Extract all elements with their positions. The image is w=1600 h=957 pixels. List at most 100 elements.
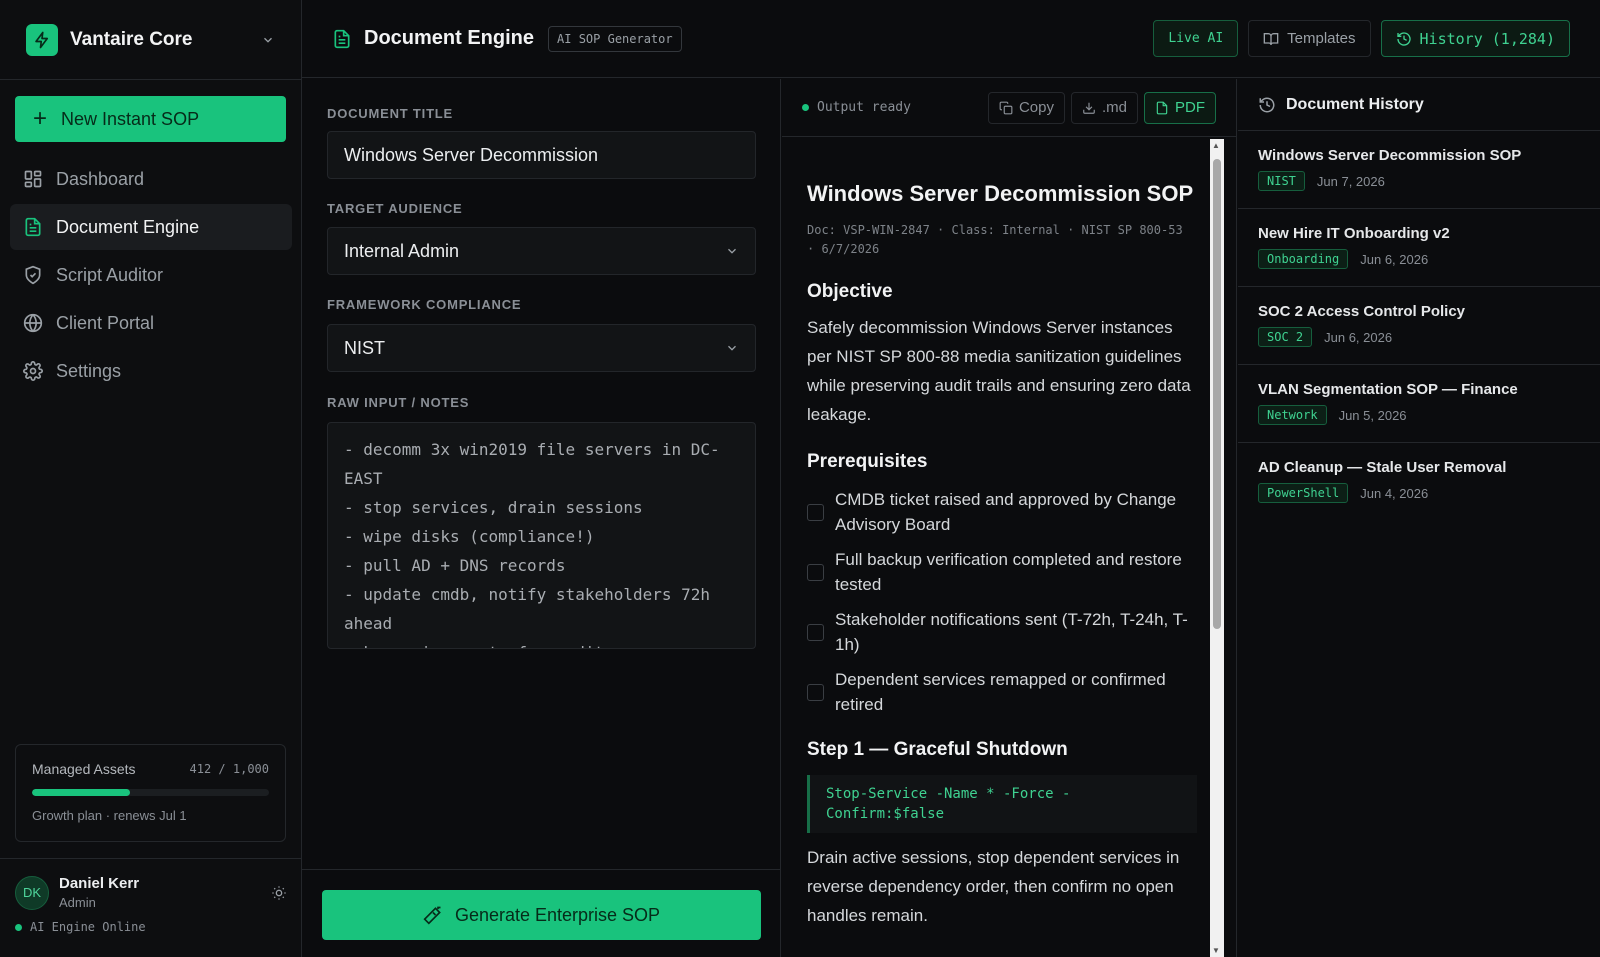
engine-status: AI Engine Online — [15, 920, 287, 934]
managed-assets-card: Managed Assets 412 / 1,000 Growth plan ·… — [15, 744, 286, 842]
gear-icon — [23, 361, 43, 381]
download-icon — [1083, 102, 1095, 114]
output-toolbar: Output ready Copy .md PDF — [782, 79, 1236, 137]
user-role: Admin — [59, 895, 96, 910]
history-item-title: New Hire IT Onboarding v2 — [1258, 225, 1450, 242]
document-title-input[interactable]: Windows Server Decommission — [327, 131, 756, 179]
target-audience-value: Internal Admin — [344, 240, 460, 261]
book-icon — [1263, 32, 1279, 45]
document-history-panel: Document History Windows Server Decommis… — [1238, 79, 1600, 957]
history-item[interactable]: Windows Server Decommission SOP NIST Jun… — [1238, 131, 1600, 209]
managed-assets-progress-fill — [32, 789, 130, 796]
sop-document: Windows Server Decommission SOP Doc: VSP… — [807, 176, 1197, 957]
live-ai-badge[interactable]: Live AI — [1153, 20, 1239, 57]
objective-text: Safely decommission Windows Server insta… — [807, 318, 1191, 424]
download-md-button[interactable]: .md — [1070, 91, 1138, 124]
history-item-title: VLAN Segmentation SOP — Finance — [1258, 381, 1518, 398]
history-item-title: SOC 2 Access Control Policy — [1258, 303, 1466, 320]
document-title-value: Windows Server Decommission — [344, 144, 599, 165]
avatar[interactable]: DK — [15, 875, 49, 910]
sidebar-item-label: Dashboard — [56, 168, 145, 189]
document-title: Windows Server Decommission SOP — [807, 181, 1194, 206]
page-title: Document Engine — [364, 27, 535, 49]
history-item-tag: Onboarding — [1258, 249, 1349, 269]
new-instant-sop-label: New Instant SOP — [61, 108, 200, 129]
history-label: History (1,284) — [1419, 29, 1555, 48]
scroll-up-icon[interactable]: ▲ — [1212, 141, 1220, 150]
app-name: Vantaire Core — [70, 28, 193, 50]
objective-heading: Objective — [807, 281, 893, 302]
history-button[interactable]: History (1,284) — [1380, 20, 1570, 57]
history-item-tag: PowerShell — [1258, 483, 1349, 503]
chevron-down-icon — [728, 345, 736, 351]
sidebar-item-label: Settings — [56, 360, 122, 381]
sidebar-item-label: Client Portal — [56, 312, 155, 333]
templates-button[interactable]: Templates — [1248, 20, 1371, 57]
target-audience-select[interactable]: Internal Admin — [327, 227, 756, 275]
scrollbar-thumb[interactable] — [1213, 159, 1221, 629]
checkbox[interactable] — [807, 683, 824, 701]
history-item-date: Jun 4, 2026 — [1360, 485, 1429, 501]
history-item[interactable]: VLAN Segmentation SOP — Finance Network … — [1238, 365, 1600, 443]
sidebar-item-dashboard[interactable]: Dashboard — [10, 156, 292, 202]
new-instant-sop-button[interactable]: + New Instant SOP — [15, 96, 286, 142]
checkbox[interactable] — [807, 623, 824, 641]
output-scrollbar[interactable]: ▲ ▼ — [1210, 139, 1224, 957]
output-status-text: Output ready — [817, 100, 911, 115]
scroll-down-icon[interactable]: ▼ — [1212, 946, 1220, 955]
history-item[interactable]: SOC 2 Access Control Policy SOC 2 Jun 6,… — [1238, 287, 1600, 365]
download-md-label: .md — [1101, 99, 1127, 116]
history-item-date: Jun 6, 2026 — [1360, 251, 1429, 267]
raw-notes-textarea[interactable]: - decomm 3x win2019 file servers in DC-E… — [327, 422, 756, 649]
workspace-switcher[interactable]: Vantaire Core — [0, 0, 301, 80]
checkbox[interactable] — [807, 563, 824, 581]
file-icon — [1156, 101, 1168, 114]
framework-compliance-label: FRAMEWORK COMPLIANCE — [327, 297, 522, 312]
managed-assets-count: 412 / 1,000 — [189, 762, 269, 776]
sidebar-item-document-engine[interactable]: Document Engine — [10, 204, 292, 250]
history-item[interactable]: AD Cleanup — Stale User Removal PowerShe… — [1238, 443, 1600, 521]
managed-assets-label: Managed Assets — [32, 761, 136, 777]
download-pdf-button[interactable]: PDF — [1144, 91, 1216, 124]
managed-assets-progress — [32, 789, 269, 796]
chevron-down-icon — [264, 37, 272, 43]
engine-status-text: AI Engine Online — [30, 920, 146, 934]
history-item-title: AD Cleanup — Stale User Removal — [1258, 459, 1507, 476]
checklist-item-label: CMDB ticket raised and approved by Chang… — [835, 490, 1177, 534]
history-item-date: Jun 5, 2026 — [1338, 407, 1407, 423]
sop-input-form: DOCUMENT TITLE Windows Server Decommissi… — [302, 79, 781, 957]
sidebar-item-script-auditor[interactable]: Script Auditor — [10, 252, 292, 298]
sun-icon[interactable] — [271, 885, 287, 901]
history-item-tag: SOC 2 — [1258, 327, 1313, 347]
checklist-item: Dependent services remapped or confirmed… — [807, 667, 1197, 717]
history-title: Document History — [1286, 95, 1424, 113]
document-icon — [25, 217, 41, 237]
download-pdf-label: PDF — [1175, 99, 1205, 116]
bolt-icon — [26, 23, 58, 56]
status-dot-icon — [802, 104, 809, 111]
generate-sop-button[interactable]: Generate Enterprise SOP — [322, 890, 761, 940]
checklist-item-label: Full backup verification completed and r… — [835, 550, 1182, 594]
history-item-title: Windows Server Decommission SOP — [1258, 147, 1522, 164]
sidebar-item-settings[interactable]: Settings — [10, 348, 292, 394]
step1-text: Drain active sessions, stop dependent se… — [807, 848, 1180, 925]
plus-icon: + — [33, 105, 48, 132]
globe-icon — [23, 313, 43, 333]
step1-heading: Step 1 — Graceful Shutdown — [807, 739, 1068, 760]
user-panel: DK Daniel Kerr Admin AI Engine Online — [0, 858, 302, 957]
history-item[interactable]: New Hire IT Onboarding v2 Onboarding Jun… — [1238, 209, 1600, 287]
target-audience-label: TARGET AUDIENCE — [327, 201, 463, 216]
output-status: Output ready — [802, 100, 988, 115]
history-header: Document History — [1238, 79, 1600, 131]
checklist-item: Full backup verification completed and r… — [807, 547, 1197, 597]
checklist-item: CMDB ticket raised and approved by Chang… — [807, 487, 1197, 537]
document-title-label: DOCUMENT TITLE — [327, 106, 454, 121]
framework-compliance-select[interactable]: NIST — [327, 324, 756, 372]
history-item-date: Jun 6, 2026 — [1324, 329, 1393, 345]
sidebar-item-client-portal[interactable]: Client Portal — [10, 300, 292, 346]
checklist-item-label: Stakeholder notifications sent (T-72h, T… — [835, 610, 1188, 654]
copy-button[interactable]: Copy — [987, 91, 1065, 124]
page-subtitle-badge: AI SOP Generator — [548, 25, 682, 52]
checklist-item: Stakeholder notifications sent (T-72h, T… — [807, 607, 1197, 657]
checkbox[interactable] — [807, 503, 824, 521]
